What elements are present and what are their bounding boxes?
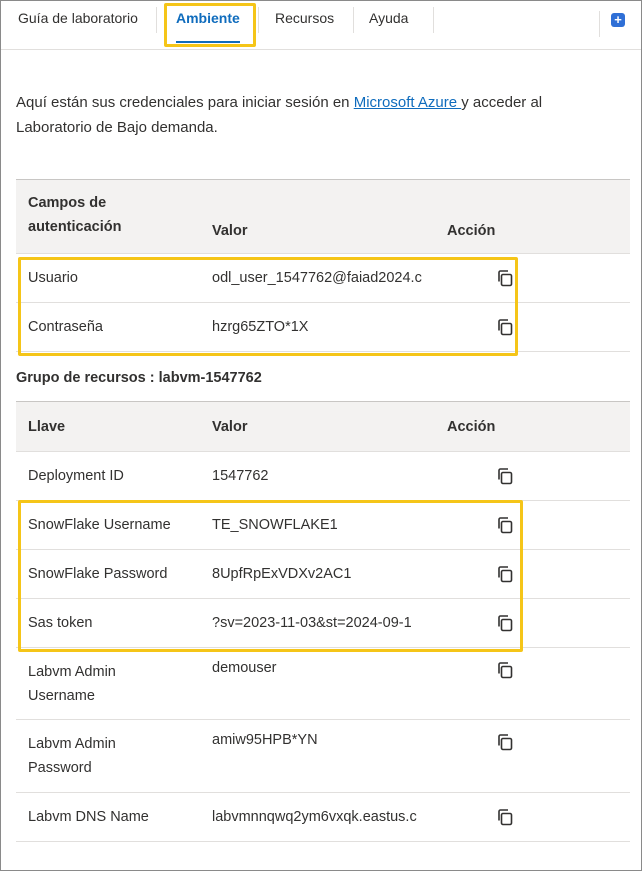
- auth-table: Campos de autenticación Valor Acción Usu…: [16, 179, 630, 352]
- copy-icon[interactable]: [495, 807, 515, 827]
- resource-row-action: [447, 647, 630, 720]
- resource-row-value-cell: ?sv=2023-11-03&st=2024-09-1: [200, 598, 447, 648]
- expand-icon[interactable]: +: [611, 13, 625, 27]
- table-row: Contraseña hzrg65ZTO*1X: [16, 302, 630, 352]
- table-row: Usuario odl_user_1547762@faiad2024.c: [16, 253, 630, 303]
- copy-icon[interactable]: [495, 564, 515, 584]
- resource-row-value: 8UpfRpExVDXv2AC1: [212, 566, 352, 582]
- resource-header-key: Llave: [16, 401, 200, 452]
- resource-row-action: [447, 598, 630, 648]
- resource-table: Llave Valor Acción Deployment ID 1547762…: [16, 401, 630, 842]
- auth-row-label: Usuario: [16, 253, 200, 303]
- resource-row-value: 1547762: [212, 468, 269, 484]
- resource-row-action: [447, 549, 630, 599]
- resource-header-value: Valor: [200, 401, 447, 452]
- copy-icon[interactable]: [495, 613, 515, 633]
- resource-row-action: [447, 500, 630, 550]
- resource-row-value: TE_SNOWFLAKE1: [212, 517, 338, 533]
- tab-divider: [156, 7, 157, 33]
- tab-environment-label: Ambiente: [176, 10, 240, 26]
- copy-icon[interactable]: [495, 732, 515, 752]
- resource-row-label: Sas token: [16, 598, 200, 648]
- table-row: Deployment ID 1547762: [16, 451, 630, 501]
- table-row: Labvm Admin Password amiw95HPB*YN: [16, 719, 630, 793]
- resource-row-action: [447, 792, 630, 842]
- auth-row-action: [447, 253, 630, 303]
- tab-divider: [353, 7, 354, 33]
- resource-row-value-cell: demouser: [200, 647, 447, 720]
- auth-row-value: odl_user_1547762@faiad2024.c: [212, 270, 422, 286]
- copy-icon[interactable]: [495, 268, 515, 288]
- tab-help[interactable]: Ayuda: [369, 1, 408, 37]
- table-row: SnowFlake Username TE_SNOWFLAKE1: [16, 500, 630, 550]
- tab-lab-guide[interactable]: Guía de laboratorio: [18, 1, 138, 37]
- resource-row-value: labvmnnqwq2ym6vxqk.eastus.c: [212, 809, 417, 825]
- table-row: SnowFlake Password 8UpfRpExVDXv2AC1: [16, 549, 630, 599]
- auth-row-value-cell: odl_user_1547762@faiad2024.c: [200, 253, 447, 303]
- active-tab-indicator: [176, 41, 240, 43]
- intro-text-before: Aquí están sus credenciales para iniciar…: [16, 94, 354, 111]
- resource-row-value-cell: 8UpfRpExVDXv2AC1: [200, 549, 447, 599]
- tab-divider: [258, 7, 259, 33]
- copy-icon[interactable]: [495, 466, 515, 486]
- resource-row-label: Labvm Admin Password: [16, 719, 200, 793]
- tab-environment[interactable]: Ambiente: [176, 1, 240, 43]
- resource-row-value-cell: labvmnnqwq2ym6vxqk.eastus.c: [200, 792, 447, 842]
- auth-row-label: Contraseña: [16, 302, 200, 352]
- resource-row-label: Labvm DNS Name: [16, 792, 200, 842]
- table-row: Labvm DNS Name labvmnnqwq2ym6vxqk.eastus…: [16, 792, 630, 842]
- table-row: Sas token ?sv=2023-11-03&st=2024-09-1: [16, 598, 630, 648]
- auth-header-value: Valor: [200, 179, 447, 254]
- resource-group-title: Grupo de recursos : labvm-1547762: [16, 370, 262, 386]
- resource-header-action: Acción: [447, 401, 630, 452]
- table-row: Labvm Admin Username demouser: [16, 647, 630, 720]
- resource-row-value: amiw95HPB*YN: [212, 732, 318, 748]
- azure-link[interactable]: Microsoft Azure: [354, 94, 462, 111]
- resource-row-value-cell: TE_SNOWFLAKE1: [200, 500, 447, 550]
- tab-divider: [599, 11, 600, 37]
- resource-row-label: SnowFlake Username: [16, 500, 200, 550]
- auth-header-field: Campos de autenticación: [16, 179, 200, 254]
- copy-icon[interactable]: [495, 660, 515, 680]
- auth-row-value: hzrg65ZTO*1X: [212, 319, 309, 335]
- resource-row-label: Deployment ID: [16, 451, 200, 501]
- copy-icon[interactable]: [495, 317, 515, 337]
- auth-header-action: Acción: [447, 179, 630, 254]
- tab-divider: [433, 7, 434, 33]
- resource-row-label: Labvm Admin Username: [16, 647, 200, 720]
- resource-row-action: [447, 451, 630, 501]
- intro-text: Aquí están sus credenciales para iniciar…: [16, 90, 606, 140]
- resource-row-action: [447, 719, 630, 793]
- tab-resources[interactable]: Recursos: [275, 1, 334, 37]
- resource-row-value-cell: amiw95HPB*YN: [200, 719, 447, 793]
- auth-row-value-cell: hzrg65ZTO*1X: [200, 302, 447, 352]
- auth-row-action: [447, 302, 630, 352]
- tab-bar: Guía de laboratorio Ambiente Recursos Ay…: [1, 1, 641, 50]
- resource-row-label: SnowFlake Password: [16, 549, 200, 599]
- resource-row-value-cell: 1547762: [200, 451, 447, 501]
- resource-row-value: demouser: [212, 660, 277, 676]
- copy-icon[interactable]: [495, 515, 515, 535]
- resource-row-value: ?sv=2023-11-03&st=2024-09-1: [212, 615, 412, 631]
